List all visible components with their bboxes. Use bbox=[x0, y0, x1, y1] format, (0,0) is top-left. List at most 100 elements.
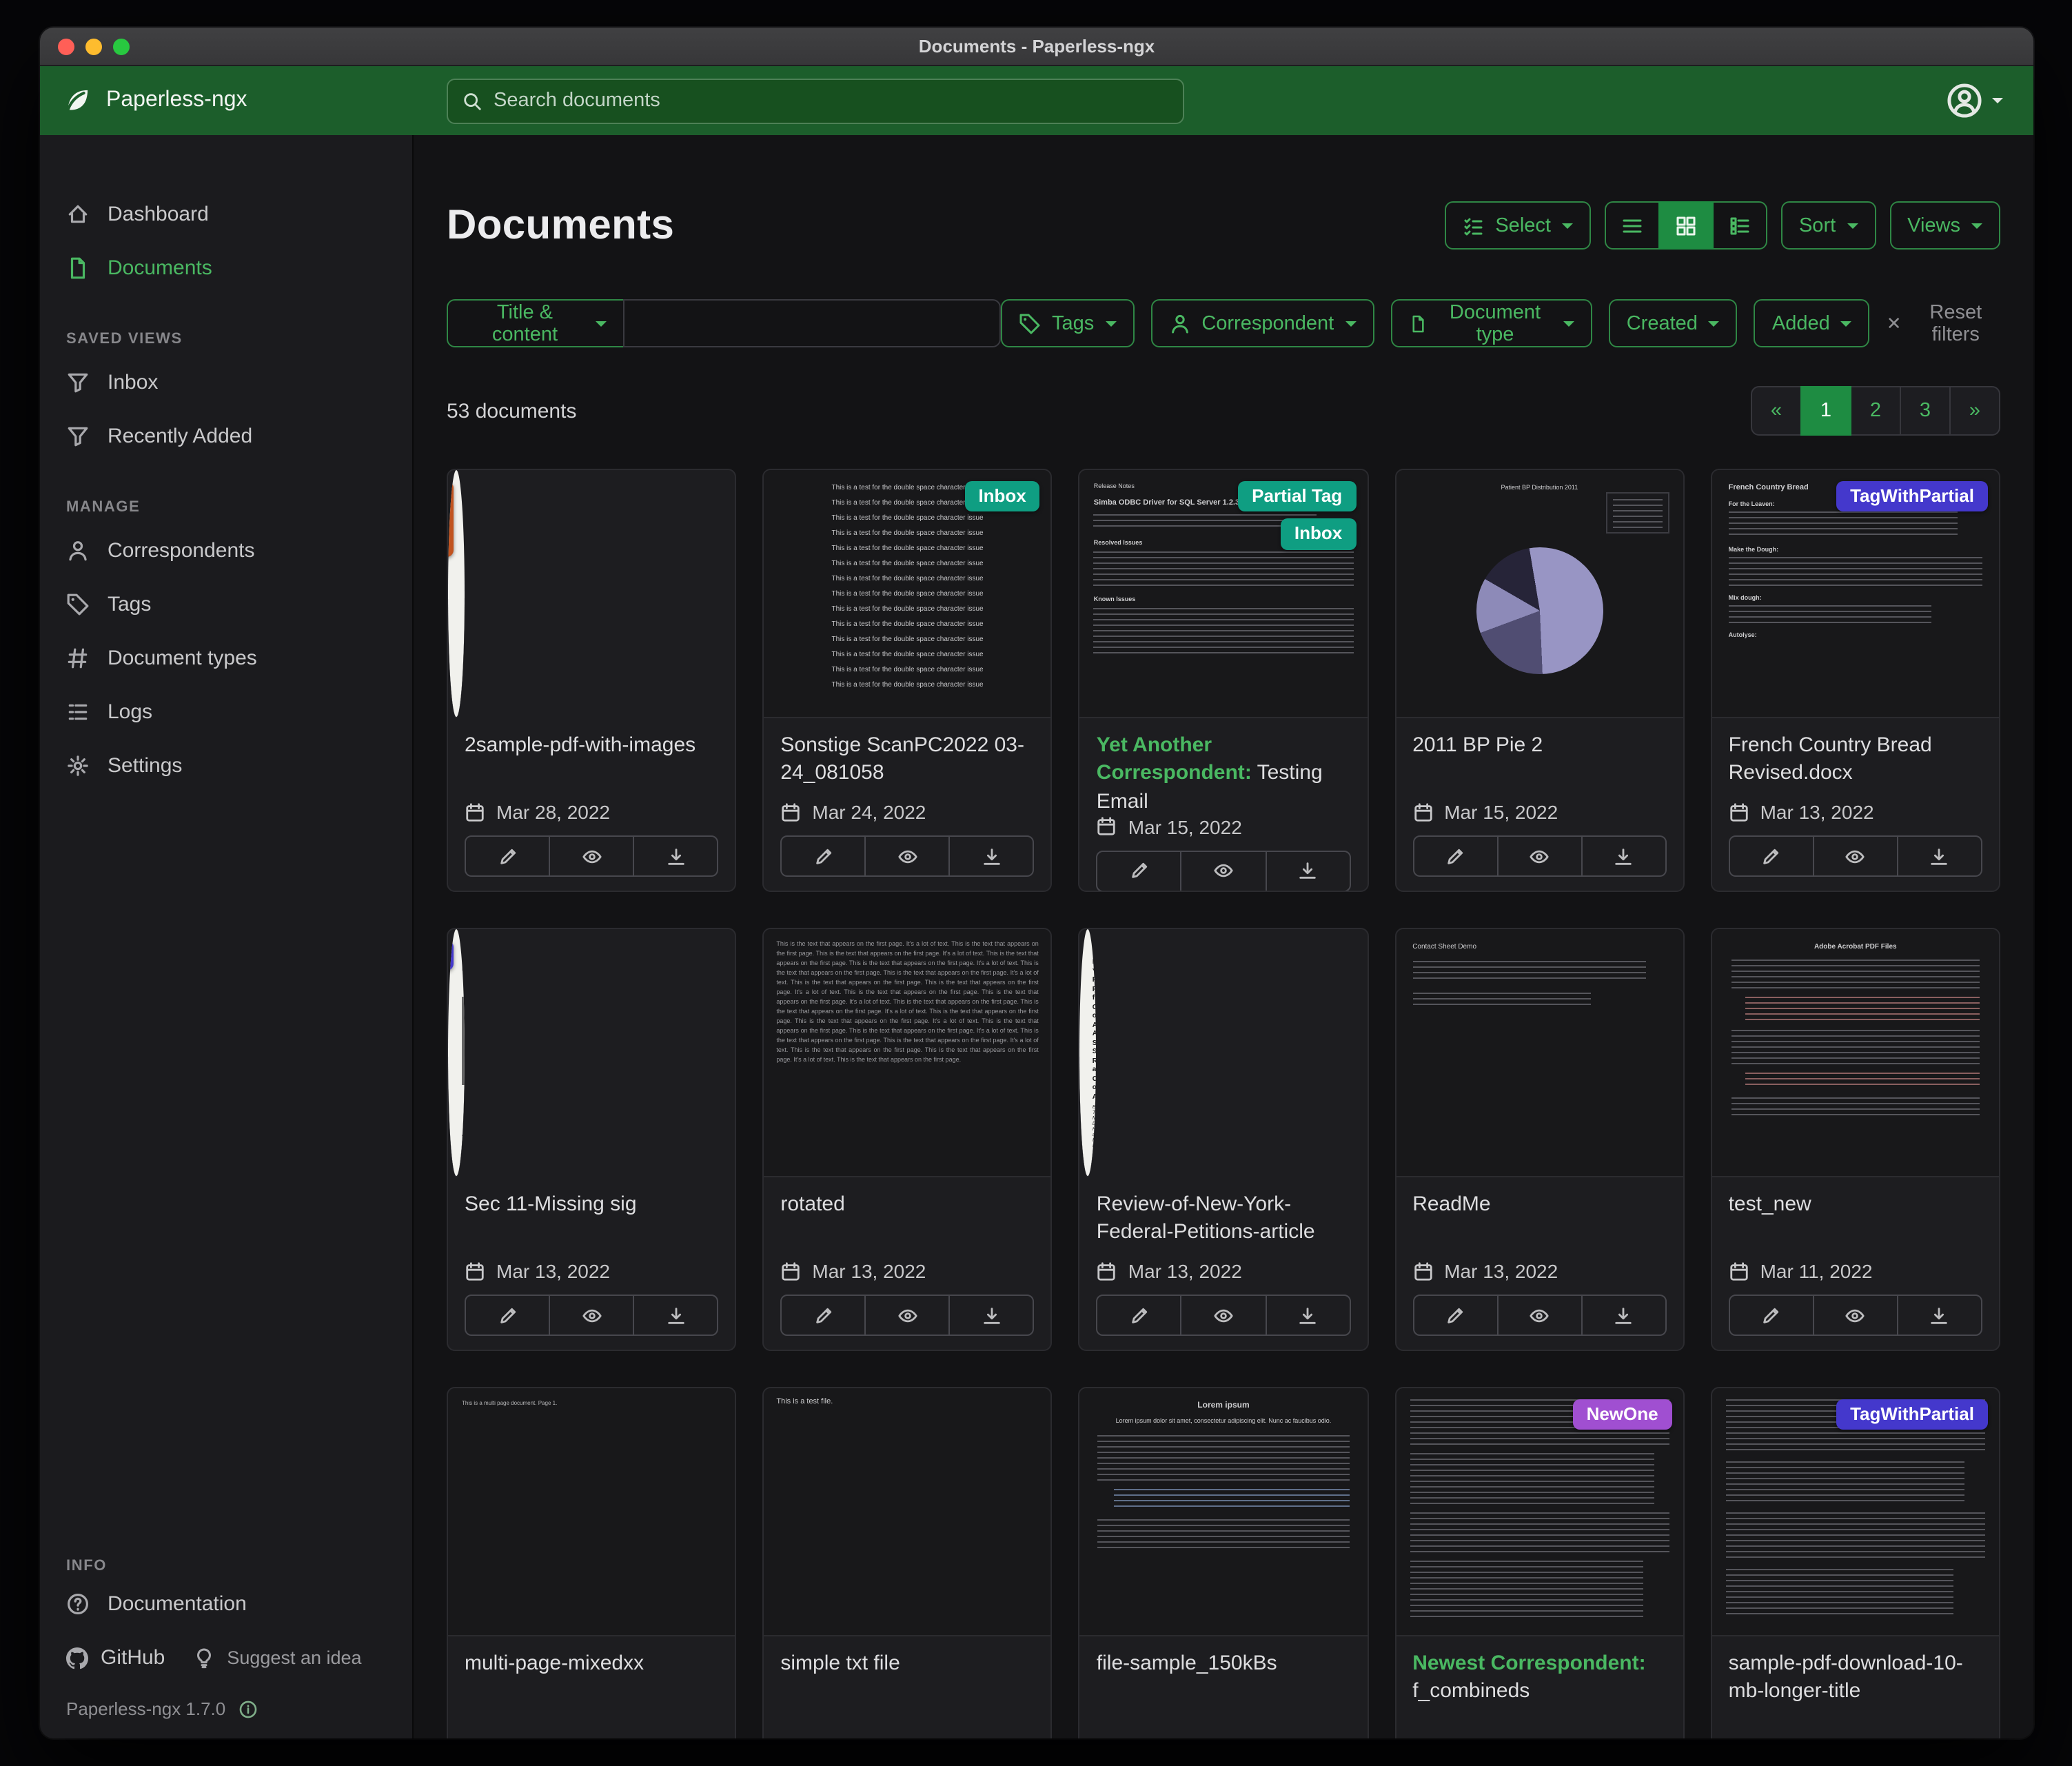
sort-button[interactable]: Sort bbox=[1781, 201, 1876, 250]
pagination-next[interactable]: » bbox=[1949, 386, 2000, 436]
view-button[interactable] bbox=[1813, 1295, 1898, 1336]
document-type-filter-button[interactable]: Document type bbox=[1390, 299, 1592, 347]
download-button[interactable] bbox=[1265, 1295, 1350, 1336]
tags-filter-button[interactable]: Tags bbox=[1001, 299, 1134, 347]
download-button[interactable] bbox=[1897, 1295, 1982, 1336]
document-thumbnail[interactable]: Lorem ipsum Lorem ipsum dolor sit amet, … bbox=[1080, 1388, 1367, 1636]
sidebar-item-recently-added[interactable]: Recently Added bbox=[40, 409, 412, 463]
edit-button[interactable] bbox=[1097, 1295, 1182, 1336]
document-thumbnail[interactable]: This is a test for the double space char… bbox=[764, 470, 1050, 718]
download-button[interactable] bbox=[1581, 1295, 1666, 1336]
correspondent-filter-button[interactable]: Correspondent bbox=[1150, 299, 1374, 347]
document-title[interactable]: Sonstige ScanPC2022 03-24_081058 bbox=[780, 732, 1034, 788]
zoom-button[interactable] bbox=[113, 38, 130, 54]
view-button[interactable] bbox=[1181, 1295, 1266, 1336]
document-title[interactable]: sample-pdf-download-10-mb-longer-title bbox=[1729, 1650, 1982, 1706]
document-thumbnail[interactable]: Review of New York Federal Petitions for… bbox=[1080, 929, 1097, 1177]
pagination-page-3[interactable]: 3 bbox=[1900, 386, 1951, 436]
title-content-input[interactable] bbox=[624, 299, 1001, 347]
search-input[interactable] bbox=[494, 90, 1169, 112]
document-title[interactable]: f_combineds bbox=[1412, 1680, 1530, 1703]
tag-badge[interactable]: Another Sample Tag bbox=[448, 481, 454, 557]
view-button[interactable] bbox=[549, 1295, 634, 1336]
download-button[interactable] bbox=[949, 1295, 1035, 1336]
document-thumbnail[interactable]: This is the text that appears on the fir… bbox=[764, 929, 1050, 1177]
app-brand[interactable]: Paperless-ngx bbox=[40, 85, 414, 116]
sidebar-item-logs[interactable]: Logs bbox=[40, 685, 412, 739]
document-thumbnail[interactable]: This is a test file. bbox=[764, 1388, 1050, 1636]
sidebar-item-suggest-idea[interactable]: Suggest an idea bbox=[192, 1647, 361, 1669]
document-title[interactable]: simple txt file bbox=[780, 1650, 1034, 1678]
edit-button[interactable] bbox=[1412, 1295, 1498, 1336]
reset-filters-button[interactable]: Reset filters bbox=[1887, 301, 2000, 345]
view-button[interactable] bbox=[865, 835, 951, 877]
document-title[interactable]: French Country Bread Revised.docx bbox=[1729, 732, 1982, 788]
tag-badge[interactable]: TagWithPartial bbox=[448, 940, 454, 971]
download-button[interactable] bbox=[1581, 835, 1666, 877]
download-button[interactable] bbox=[633, 1295, 718, 1336]
tag-badge[interactable]: Inbox bbox=[1281, 519, 1356, 550]
edit-button[interactable] bbox=[780, 1295, 866, 1336]
edit-button[interactable] bbox=[780, 835, 866, 877]
created-filter-button[interactable]: Created bbox=[1609, 299, 1738, 347]
select-button[interactable]: Select bbox=[1444, 201, 1591, 250]
download-button[interactable] bbox=[1265, 851, 1350, 892]
document-thumbnail[interactable]: Contact Sheet Demo bbox=[1396, 929, 1683, 1177]
sidebar-item-documentation[interactable]: Documentation bbox=[40, 1577, 412, 1631]
added-filter-button[interactable]: Added bbox=[1754, 299, 1870, 347]
user-menu[interactable] bbox=[1947, 83, 2033, 119]
view-button[interactable] bbox=[1813, 835, 1898, 877]
grid-view-button[interactable] bbox=[1658, 201, 1714, 250]
close-button[interactable] bbox=[58, 38, 74, 54]
correspondent-link[interactable]: Yet Another Correspondent bbox=[1097, 733, 1252, 785]
document-thumbnail[interactable]: French Country Bread For the Leaven: Mak… bbox=[1712, 470, 1999, 718]
edit-button[interactable] bbox=[1097, 851, 1182, 892]
document-title[interactable]: 2011 BP Pie 2 bbox=[1412, 732, 1666, 760]
document-title[interactable]: file-sample_150kBs bbox=[1097, 1650, 1350, 1678]
window-titlebar[interactable]: Documents - Paperless-ngx bbox=[40, 28, 2033, 66]
info-icon[interactable] bbox=[238, 1699, 257, 1718]
tag-badge[interactable]: TagWithPartial bbox=[1836, 1399, 1988, 1430]
view-button[interactable] bbox=[1496, 1295, 1582, 1336]
pagination-prev[interactable]: « bbox=[1751, 386, 1802, 436]
document-title[interactable]: Sec 11-Missing sig bbox=[465, 1191, 718, 1219]
document-thumbnail[interactable]: 1.1. CONTINUING MEDICAL EDUCA Attestatio… bbox=[448, 929, 465, 1177]
sidebar-item-dashboard[interactable]: Dashboard bbox=[40, 187, 412, 241]
sidebar-item-documents[interactable]: Documents bbox=[40, 241, 412, 295]
document-title[interactable]: test_new bbox=[1729, 1191, 1982, 1219]
tag-badge[interactable]: TagWithPartial bbox=[1836, 481, 1988, 512]
view-button[interactable] bbox=[865, 1295, 951, 1336]
download-button[interactable] bbox=[1897, 835, 1982, 877]
view-button[interactable] bbox=[1496, 835, 1582, 877]
view-button[interactable] bbox=[549, 835, 634, 877]
document-thumbnail[interactable]: Another Sample Tag bbox=[448, 470, 465, 718]
edit-button[interactable] bbox=[1729, 835, 1814, 877]
tag-badge[interactable]: Inbox bbox=[964, 481, 1039, 512]
minimize-button[interactable] bbox=[85, 38, 102, 54]
sidebar-item-inbox[interactable]: Inbox bbox=[40, 356, 412, 409]
sidebar-item-github[interactable]: GitHub bbox=[66, 1646, 165, 1669]
document-thumbnail[interactable]: Adobe Acrobat PDF Files bbox=[1712, 929, 1999, 1177]
sidebar-item-document-types[interactable]: Document types bbox=[40, 631, 412, 685]
document-thumbnail[interactable]: This is a multi page document. Page 1. bbox=[448, 1388, 735, 1636]
document-thumbnail[interactable]: NewOne bbox=[1396, 1388, 1683, 1636]
download-button[interactable] bbox=[949, 835, 1035, 877]
detail-view-button[interactable] bbox=[1712, 201, 1767, 250]
edit-button[interactable] bbox=[1729, 1295, 1814, 1336]
sidebar-item-correspondents[interactable]: Correspondents bbox=[40, 524, 412, 578]
sidebar-item-settings[interactable]: Settings bbox=[40, 739, 412, 793]
document-thumbnail[interactable]: Patient BP Distribution 2011 bbox=[1396, 470, 1683, 718]
edit-button[interactable] bbox=[465, 835, 550, 877]
title-content-dropdown[interactable]: Title & content bbox=[447, 299, 625, 347]
views-button[interactable]: Views bbox=[1889, 201, 2000, 250]
edit-button[interactable] bbox=[1412, 835, 1498, 877]
tag-badge[interactable]: NewOne bbox=[1573, 1399, 1672, 1430]
document-title[interactable]: Review-of-New-York-Federal-Petitions-art… bbox=[1097, 1191, 1350, 1247]
sidebar-item-tags[interactable]: Tags bbox=[40, 578, 412, 631]
document-title[interactable]: multi-page-mixedxx bbox=[465, 1650, 718, 1678]
document-title[interactable]: 2sample-pdf-with-images bbox=[465, 732, 718, 760]
edit-button[interactable] bbox=[465, 1295, 550, 1336]
document-thumbnail[interactable]: TagWithPartial bbox=[1712, 1388, 1999, 1636]
pagination-page-1[interactable]: 1 bbox=[1800, 386, 1851, 436]
document-thumbnail[interactable]: Release Notes Simba ODBC Driver for SQL … bbox=[1080, 470, 1367, 718]
